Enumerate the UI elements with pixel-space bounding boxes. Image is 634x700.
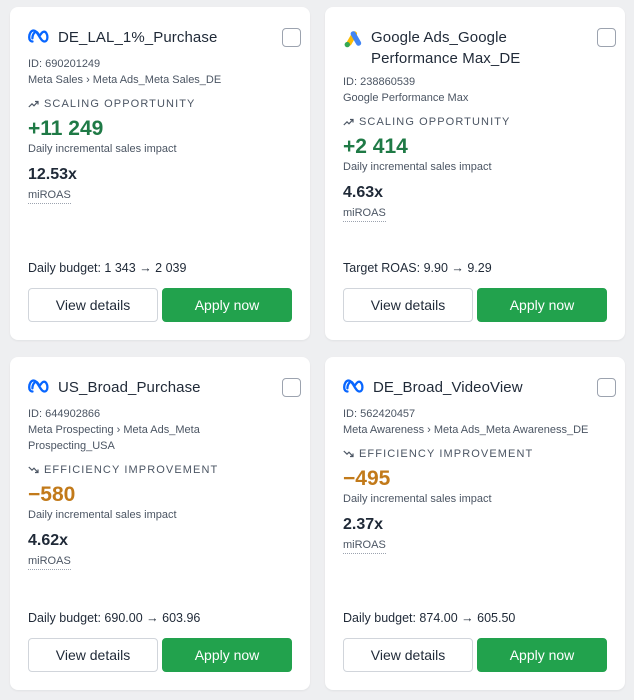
meta-logo-icon xyxy=(343,379,365,398)
card-actions: View details Apply now xyxy=(28,288,292,322)
google-ads-logo-icon xyxy=(343,29,363,54)
card-header: US_Broad_Purchase xyxy=(28,377,262,398)
metric-label[interactable]: miROAS xyxy=(28,188,71,204)
campaign-id: ID: 690201249 xyxy=(28,58,101,70)
metric-value: 2.37x xyxy=(343,516,384,533)
tag-label: EFFICIENCY IMPROVEMENT xyxy=(359,448,534,460)
select-checkbox[interactable] xyxy=(282,28,301,47)
metric-label[interactable]: miROAS xyxy=(343,538,386,554)
metric-label[interactable]: miROAS xyxy=(28,554,71,570)
card-body: ID: 238860539 Google Performance Max SCA… xyxy=(343,74,613,222)
metric-label[interactable]: miROAS xyxy=(343,206,386,222)
budget-change: Daily budget: 1 343 → 2 039 xyxy=(28,261,187,275)
impact-label: Daily incremental sales impact xyxy=(28,143,177,155)
target-roas-change: Target ROAS: 9.90 → 9.29 xyxy=(343,261,492,275)
select-checkbox[interactable] xyxy=(597,378,616,397)
card-body: ID: 644902866 Meta Prospecting › Meta Ad… xyxy=(28,406,298,570)
impact-value: −580 xyxy=(28,483,76,506)
apply-now-button[interactable]: Apply now xyxy=(162,638,292,672)
campaign-path: Meta Sales › Meta Ads_Meta Sales_DE xyxy=(28,74,222,86)
campaign-id: ID: 562420457 xyxy=(343,408,416,420)
card-body: ID: 690201249 Meta Sales › Meta Ads_Meta… xyxy=(28,56,298,204)
card-header: DE_LAL_1%_Purchase xyxy=(28,27,262,48)
recommendation-tag: EFFICIENCY IMPROVEMENT xyxy=(343,446,613,462)
apply-now-button[interactable]: Apply now xyxy=(477,638,607,672)
campaign-title: US_Broad_Purchase xyxy=(58,379,201,396)
view-details-button[interactable]: View details xyxy=(28,288,158,322)
recommendation-tag: SCALING OPPORTUNITY xyxy=(28,96,298,112)
impact-value: −495 xyxy=(343,467,391,490)
meta-logo-icon xyxy=(28,379,50,398)
select-checkbox[interactable] xyxy=(282,378,301,397)
campaign-id: ID: 644902866 xyxy=(28,408,101,420)
trend-up-icon xyxy=(343,118,354,126)
impact-label: Daily incremental sales impact xyxy=(28,509,177,521)
card-actions: View details Apply now xyxy=(343,638,607,672)
metric-value: 4.63x xyxy=(343,184,384,201)
campaign-path: Meta Prospecting › Meta Ads_Meta Prospec… xyxy=(28,424,200,452)
tag-label: EFFICIENCY IMPROVEMENT xyxy=(44,464,219,476)
recommendation-tag: SCALING OPPORTUNITY xyxy=(343,114,613,130)
campaign-path: Google Performance Max xyxy=(343,92,469,104)
metric-value: 12.53x xyxy=(28,166,77,183)
select-checkbox[interactable] xyxy=(597,28,616,47)
recommendation-card: US_Broad_Purchase ID: 644902866 Meta Pro… xyxy=(10,357,310,690)
impact-label: Daily incremental sales impact xyxy=(343,493,492,505)
campaign-title: DE_Broad_VideoView xyxy=(373,379,523,396)
campaign-title: Google Ads_Google Performance Max_DE xyxy=(371,29,521,67)
apply-now-button[interactable]: Apply now xyxy=(477,288,607,322)
budget-change: Daily budget: 874.00 → 605.50 xyxy=(343,611,516,625)
trend-down-icon xyxy=(343,450,354,458)
tag-label: SCALING OPPORTUNITY xyxy=(359,116,511,128)
campaign-id: ID: 238860539 xyxy=(343,76,416,88)
card-header: DE_Broad_VideoView xyxy=(343,377,577,398)
recommendation-tag: EFFICIENCY IMPROVEMENT xyxy=(28,462,298,478)
card-actions: View details Apply now xyxy=(28,638,292,672)
impact-value: +2 414 xyxy=(343,135,408,158)
campaign-title: DE_LAL_1%_Purchase xyxy=(58,29,218,46)
metric-value: 4.62x xyxy=(28,532,69,549)
impact-label: Daily incremental sales impact xyxy=(343,161,492,173)
trend-up-icon xyxy=(28,100,39,108)
tag-label: SCALING OPPORTUNITY xyxy=(44,98,196,110)
view-details-button[interactable]: View details xyxy=(28,638,158,672)
view-details-button[interactable]: View details xyxy=(343,638,473,672)
recommendation-card: DE_Broad_VideoView ID: 562420457 Meta Aw… xyxy=(325,357,625,690)
meta-logo-icon xyxy=(28,29,50,48)
campaign-path: Meta Awareness › Meta Ads_Meta Awareness… xyxy=(343,424,589,436)
view-details-button[interactable]: View details xyxy=(343,288,473,322)
impact-value: +11 249 xyxy=(28,117,104,140)
card-actions: View details Apply now xyxy=(343,288,607,322)
card-body: ID: 562420457 Meta Awareness › Meta Ads_… xyxy=(343,406,613,554)
recommendation-grid: DE_LAL_1%_Purchase ID: 690201249 Meta Sa… xyxy=(0,0,634,700)
budget-change: Daily budget: 690.00 → 603.96 xyxy=(28,611,201,625)
trend-down-icon xyxy=(28,466,39,474)
recommendation-card: Google Ads_Google Performance Max_DE ID:… xyxy=(325,7,625,340)
apply-now-button[interactable]: Apply now xyxy=(162,288,292,322)
card-header: Google Ads_Google Performance Max_DE xyxy=(343,27,577,69)
recommendation-card: DE_LAL_1%_Purchase ID: 690201249 Meta Sa… xyxy=(10,7,310,340)
